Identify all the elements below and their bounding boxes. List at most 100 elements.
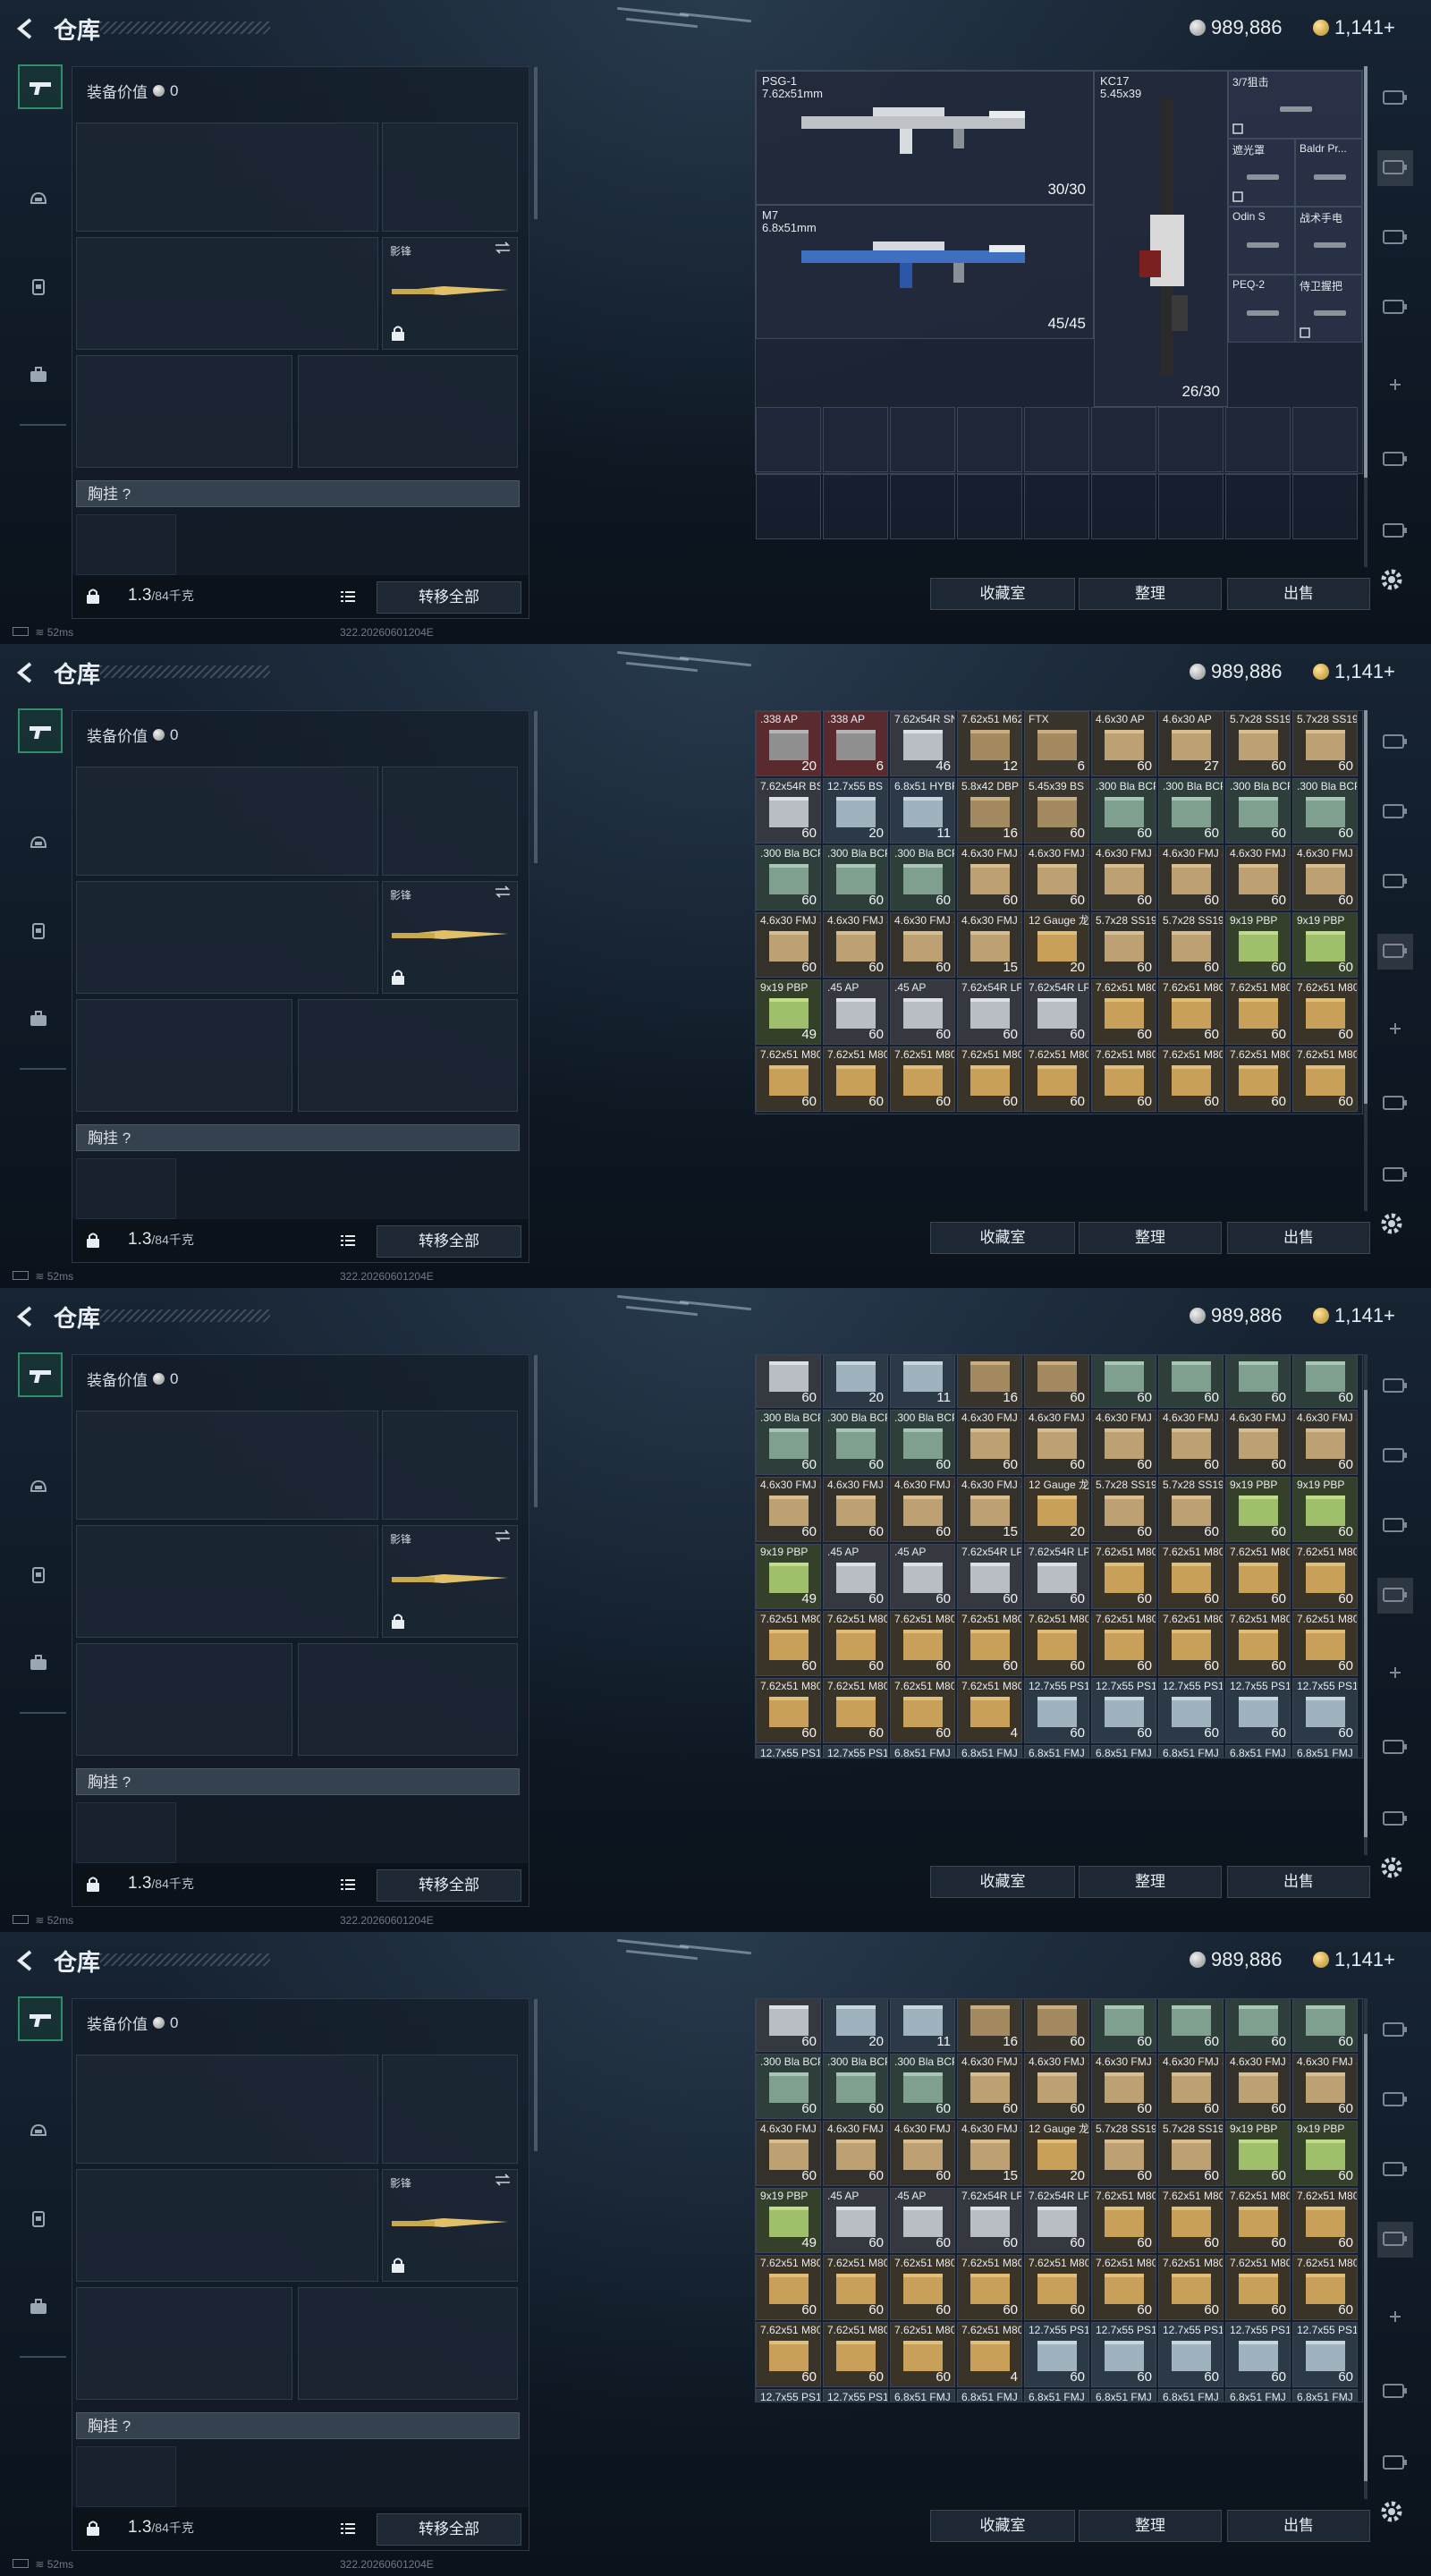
tab-weapons[interactable]: [18, 708, 63, 753]
ammo-item[interactable]: 7.62x54R SNB 46: [890, 711, 955, 776]
ammo-item[interactable]: 6.8x51 FMJ 60: [1024, 1745, 1089, 1758]
accessory-item[interactable]: 战术手电: [1295, 207, 1362, 275]
ammo-item[interactable]: 9x19 PBP 60: [1292, 912, 1358, 978]
ammo-item[interactable]: 6.8x51 HYBR 11: [890, 1999, 955, 2052]
gold-currency[interactable]: 1,141+: [1313, 16, 1395, 39]
ammo-item[interactable]: 12.7x55 PS12A 60: [1158, 1678, 1224, 1743]
secondary-weapon-slot[interactable]: [76, 2169, 378, 2282]
ammo-item[interactable]: 7.62x51 M80 60: [1091, 979, 1156, 1045]
empty-slot[interactable]: [823, 474, 888, 539]
helmet-slot[interactable]: [76, 2287, 292, 2400]
ammo-item[interactable]: 7.62x51 M80 60: [1225, 979, 1291, 1045]
ammo-item[interactable]: 7.62x51 M80 60: [823, 1678, 888, 1743]
sell-button[interactable]: 出售: [1227, 1222, 1370, 1254]
sell-button[interactable]: 出售: [1227, 578, 1370, 610]
add-storage-plus-icon[interactable]: [1377, 1655, 1413, 1690]
primary-weapon-slot[interactable]: [76, 767, 378, 876]
chest-rig-header[interactable]: 胸挂 ?: [76, 480, 520, 507]
sell-button[interactable]: 出售: [1227, 2510, 1370, 2542]
accessory-item[interactable]: Odin S: [1228, 207, 1295, 275]
ammo-item[interactable]: .300 Bla BCP FMJ 60: [1292, 1999, 1358, 2052]
list-icon[interactable]: [339, 588, 357, 606]
chest-rig-header[interactable]: 胸挂 ?: [76, 1768, 520, 1795]
ammo-item[interactable]: 12.7x55 PS12A 60: [1091, 2322, 1156, 2387]
loadout-scrollbar[interactable]: [534, 711, 538, 863]
empty-slot[interactable]: [890, 407, 955, 472]
ammo-item[interactable]: 6.8x51 FMJ 60: [1292, 2389, 1358, 2402]
ammo-item[interactable]: 4.6x30 FMJ SX 60: [823, 2121, 888, 2186]
tab-armor[interactable]: [18, 911, 59, 952]
ammo-item[interactable]: 6.8x51 FMJ 60: [890, 2389, 955, 2402]
ammo-item[interactable]: 7.62x51 M80 60: [1225, 1611, 1291, 1676]
ammo-item[interactable]: 7.62x51 M80 60: [1091, 2188, 1156, 2253]
ammo-item[interactable]: 4.6x30 FMJ SX 60: [890, 1477, 955, 1542]
ammo-item[interactable]: 7.62x51 M80 60: [756, 1046, 821, 1112]
ammo-item[interactable]: 12 Gauge 龙息 20: [1024, 1477, 1089, 1542]
storage-tab-6[interactable]: [1377, 2374, 1413, 2410]
ammo-item[interactable]: .300 Bla BCP FMJ 60: [1292, 1355, 1358, 1408]
storage-tab-1[interactable]: [1377, 2012, 1413, 2048]
storage-tab-2[interactable]: [1377, 794, 1413, 830]
ammo-item[interactable]: 12.7x55 PS12A 60: [1225, 2322, 1291, 2387]
secondary-weapon-slot[interactable]: [76, 881, 378, 994]
weapon-item[interactable]: PSG-1 7.62x51mm 30/30: [756, 71, 1094, 205]
ammo-item[interactable]: .300 Bla BCP FMJ 60: [1225, 1355, 1291, 1408]
ammo-item[interactable]: 4.6x30 FMJ SX 60: [957, 1410, 1022, 1475]
ammo-item[interactable]: 7.62x54R BS 60: [756, 1999, 821, 2052]
transfer-all-button[interactable]: 转移全部: [377, 1869, 521, 1902]
ammo-item[interactable]: 4.6x30 FMJ SX 60: [1024, 2054, 1089, 2119]
ammo-item[interactable]: 6.8x51 FMJ 60: [1158, 2389, 1224, 2402]
ammo-item[interactable]: 4.6x30 FMJ SX 60: [1158, 1410, 1224, 1475]
scrollbar-thumb[interactable]: [1364, 1390, 1367, 1837]
ammo-item[interactable]: 7.62x54R BS 60: [756, 1355, 821, 1408]
add-storage-plus-icon[interactable]: [1377, 1011, 1413, 1046]
collection-button[interactable]: 收藏室: [930, 578, 1075, 610]
tab-helmet[interactable]: [18, 179, 59, 220]
ammo-item[interactable]: .300 Bla BCP FMJ 60: [1292, 778, 1358, 843]
pistol-slot[interactable]: [382, 123, 518, 232]
scrollbar-thumb[interactable]: [1364, 710, 1367, 1104]
storage-tab-6[interactable]: [1377, 1086, 1413, 1122]
tab-backpack[interactable]: [18, 998, 59, 1039]
melee-slot[interactable]: 影锋: [382, 881, 518, 994]
lock-icon[interactable]: [83, 1874, 103, 1898]
ammo-item[interactable]: 4.6x30 FMJ SX 60: [1024, 1410, 1089, 1475]
storage-tab-2[interactable]: [1377, 1438, 1413, 1474]
ammo-item[interactable]: .338 AP 20: [756, 711, 821, 776]
ammo-item[interactable]: 6.8x51 FMJ 60: [1158, 1745, 1224, 1758]
ammo-item[interactable]: 9x19 PBP 49: [756, 2188, 821, 2253]
storage-tab-3[interactable]: [1377, 2152, 1413, 2188]
ammo-item[interactable]: 9x19 PBP 60: [1225, 1477, 1291, 1542]
ammo-item[interactable]: 7.62x51 M80 60: [1091, 1611, 1156, 1676]
melee-slot[interactable]: 影锋: [382, 1525, 518, 1638]
tab-helmet[interactable]: [18, 823, 59, 864]
empty-slot[interactable]: [1292, 407, 1358, 472]
ammo-item[interactable]: 4.6x30 FMJ SX 60: [1091, 1410, 1156, 1475]
ammo-item[interactable]: 6.8x51 FMJ 60: [1292, 1745, 1358, 1758]
ammo-item[interactable]: 7.62x51 M80 60: [957, 1611, 1022, 1676]
ammo-item[interactable]: .45 AP 60: [823, 1544, 888, 1609]
empty-slot[interactable]: [756, 407, 821, 472]
ammo-item[interactable]: 5.8x42 DBP 16: [957, 778, 1022, 843]
ammo-item[interactable]: 5.7x28 SS190 60: [1292, 711, 1358, 776]
ammo-item[interactable]: 6.8x51 HYBR 11: [890, 778, 955, 843]
ammo-item[interactable]: 12.7x55 PS12A 60: [1292, 2322, 1358, 2387]
ammo-item[interactable]: 5.7x28 SS198 60: [1158, 2121, 1224, 2186]
chest-rig-header[interactable]: 胸挂 ?: [76, 2412, 520, 2439]
ammo-item[interactable]: 4.6x30 FMJ SX 60: [890, 912, 955, 978]
ammo-item[interactable]: .300 Bla BCP FMJ 60: [890, 845, 955, 911]
ammo-item[interactable]: 12.7x55 PS12A 60: [1158, 2322, 1224, 2387]
empty-slot[interactable]: [1225, 474, 1291, 539]
back-button[interactable]: [13, 1947, 39, 1974]
ammo-item[interactable]: 7.62x51 M80 60: [1292, 2255, 1358, 2320]
ammo-item[interactable]: 12.7x55 PS12A 60: [756, 1745, 821, 1758]
ammo-item[interactable]: 7.62x51 M80 60: [890, 1678, 955, 1743]
ammo-item[interactable]: 4.6x30 AP 27: [1158, 711, 1224, 776]
armor-slot[interactable]: [298, 999, 518, 1112]
ammo-item[interactable]: 12.7x55 PS12A 60: [1024, 1678, 1089, 1743]
melee-slot[interactable]: 影锋: [382, 237, 518, 350]
accessory-item[interactable]: Baldr Pr...: [1295, 139, 1362, 207]
ammo-item[interactable]: 7.62x51 M80 60: [823, 2255, 888, 2320]
ammo-item[interactable]: 5.45x39 BS 60: [1024, 1999, 1089, 2052]
ammo-item[interactable]: 4.6x30 FMJ SX 60: [1292, 845, 1358, 911]
